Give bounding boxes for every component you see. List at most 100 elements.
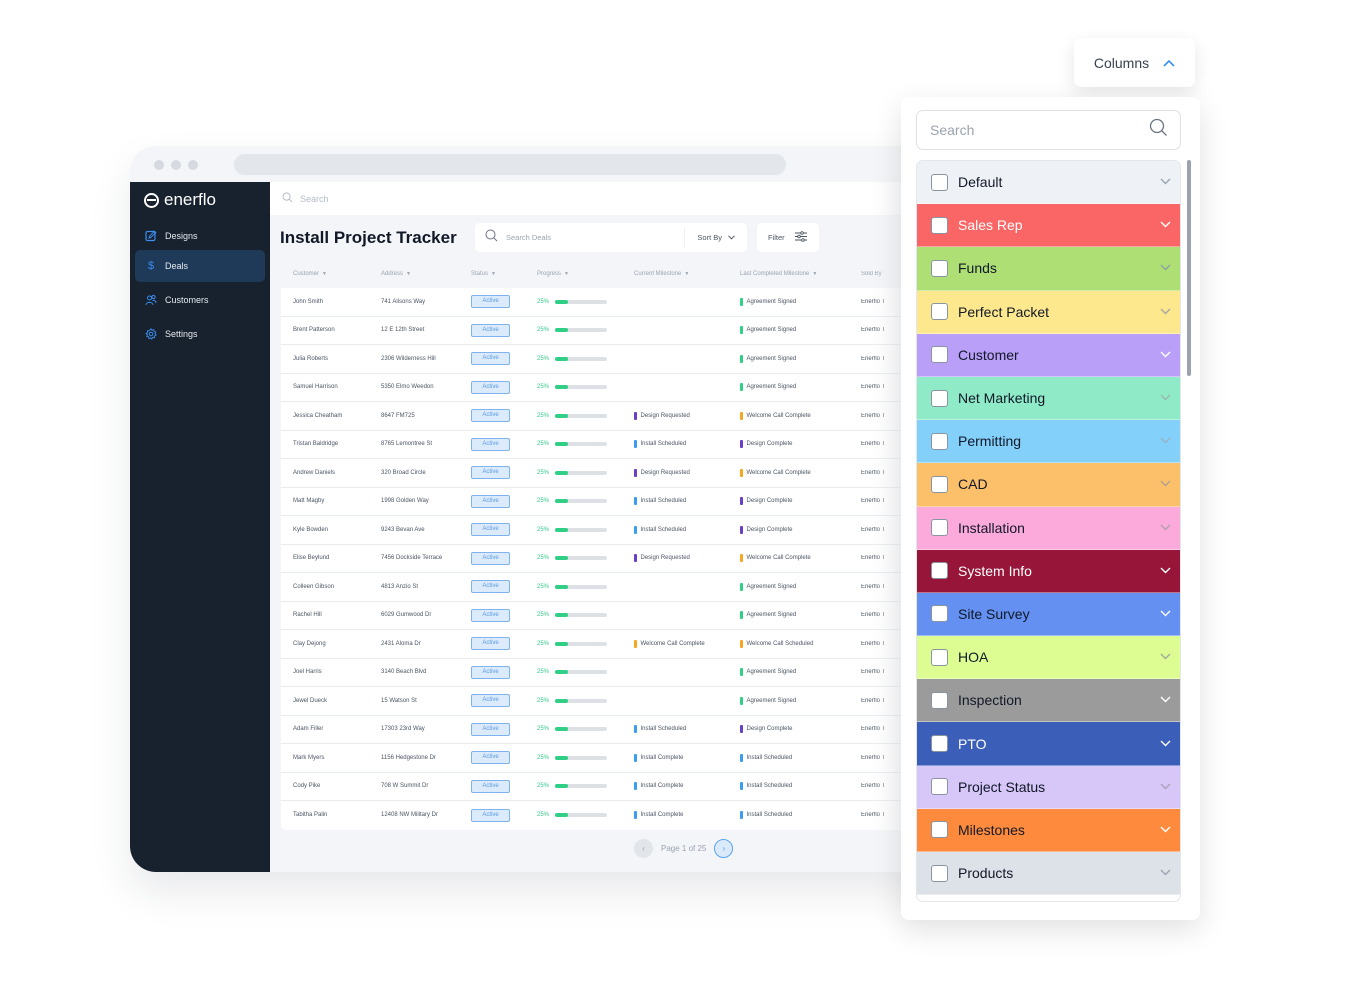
column-header-last-completed-milestone[interactable]: Last Completed Milestone ▼	[740, 271, 861, 277]
column-group-checkbox[interactable]	[931, 475, 948, 493]
table-row[interactable]: John Smith 741 Alisons Way Active 25% Ag…	[281, 288, 930, 317]
column-group-item[interactable]: System Info	[917, 549, 1180, 593]
column-group-checkbox[interactable]	[931, 389, 948, 407]
table-row[interactable]: Kyle Bowden 9243 Bevan Ave Active 25% In…	[281, 516, 930, 545]
table-row[interactable]: Samuel Harrison 5350 Elmo Weedon Active …	[281, 374, 930, 402]
column-group-checkbox[interactable]	[931, 864, 948, 882]
column-group-item[interactable]: PTO	[917, 722, 1180, 766]
column-group-item[interactable]: Sales Rep	[917, 204, 1180, 248]
customer-cell[interactable]: Samuel Harrison	[281, 384, 381, 390]
column-group-item[interactable]: Products	[917, 852, 1180, 896]
column-group-checkbox[interactable]	[931, 562, 948, 580]
chevron-down-icon[interactable]	[1150, 738, 1180, 750]
customer-cell[interactable]: Rachel Hill	[281, 612, 381, 618]
customer-cell[interactable]: Tristan Baldridge	[281, 441, 381, 447]
next-page-button[interactable]: ›	[714, 839, 734, 858]
column-group-item[interactable]: Milestones	[917, 808, 1180, 852]
chevron-down-icon[interactable]	[1150, 219, 1180, 231]
column-group-checkbox[interactable]	[931, 778, 948, 796]
table-row[interactable]: Clay Dejong 2431 Aloma Dr Active 25% Wel…	[281, 630, 930, 659]
column-group-checkbox[interactable]	[931, 821, 948, 839]
sidebar-item-settings[interactable]: Settings	[135, 318, 265, 350]
table-row[interactable]: Joel Harris 3140 Beach Blvd Active 25% A…	[281, 659, 930, 687]
column-group-checkbox[interactable]	[931, 648, 948, 666]
table-row[interactable]: Cody Pike 708 W Summit Dr Active 25% Ins…	[281, 773, 930, 801]
table-row[interactable]: Andrew Daniels 320 Broad Circle Active 2…	[281, 459, 930, 488]
chevron-down-icon[interactable]	[1150, 306, 1180, 318]
chevron-down-icon[interactable]	[1150, 522, 1180, 534]
column-header-customer[interactable]: Customer ▼	[281, 271, 381, 277]
column-group-item[interactable]: Site Survey	[917, 592, 1180, 637]
chevron-down-icon[interactable]	[1150, 262, 1180, 274]
global-search-input[interactable]: Search	[300, 194, 329, 204]
column-group-item[interactable]: Perfect Packet	[917, 290, 1180, 334]
sidebar-item-deals[interactable]: $ Deals	[135, 250, 265, 282]
sidebar-item-designs[interactable]: Designs	[135, 220, 265, 252]
customer-cell[interactable]: Mark Myers	[281, 755, 381, 761]
scrollbar[interactable]	[1187, 160, 1191, 376]
column-group-checkbox[interactable]	[931, 216, 948, 234]
deal-search-bar[interactable]: Search Deals Sort By	[475, 223, 747, 252]
column-group-item[interactable]: Permitting	[917, 420, 1180, 464]
customer-cell[interactable]: Andrew Daniels	[281, 470, 381, 476]
column-header-current-milestone[interactable]: Current Milestone ▼	[634, 271, 740, 277]
customer-cell[interactable]: Adam Filler	[281, 726, 381, 732]
column-header-status[interactable]: Status ▼	[471, 271, 537, 277]
table-row[interactable]: Tristan Baldridge 8765 Lemontree St Acti…	[281, 431, 930, 459]
customer-cell[interactable]: John Smith	[281, 299, 381, 305]
customer-cell[interactable]: Tabitha Palin	[281, 812, 381, 818]
column-group-checkbox[interactable]	[931, 519, 948, 537]
chevron-down-icon[interactable]	[1150, 608, 1180, 620]
column-group-checkbox[interactable]	[931, 605, 948, 623]
columns-search[interactable]: Search	[916, 110, 1181, 150]
chevron-down-icon[interactable]	[1150, 694, 1180, 706]
chevron-down-icon[interactable]	[1150, 565, 1180, 577]
table-row[interactable]: Brent Patterson 12 E 12th Street Active …	[281, 317, 930, 345]
chevron-down-icon[interactable]	[1150, 349, 1180, 361]
customer-cell[interactable]: Elise Beylund	[281, 555, 381, 561]
sort-by-dropdown[interactable]: Sort By	[684, 227, 747, 248]
column-header-progress[interactable]: Progress ▼	[537, 271, 634, 277]
column-group-item[interactable]: Customer	[917, 333, 1180, 377]
column-group-checkbox[interactable]	[931, 735, 948, 753]
table-row[interactable]: Mark Myers 1156 Hedgestone Dr Active 25%…	[281, 744, 930, 773]
column-group-checkbox[interactable]	[931, 173, 948, 191]
column-group-checkbox[interactable]	[931, 691, 948, 709]
column-group-item[interactable]: Installation	[917, 506, 1180, 550]
chevron-down-icon[interactable]	[1150, 651, 1180, 663]
logo[interactable]: enerflo	[144, 190, 216, 210]
customer-cell[interactable]: Julia Roberts	[281, 356, 381, 362]
customer-cell[interactable]: Cody Pike	[281, 783, 381, 789]
column-group-item[interactable]: Net Marketing	[917, 376, 1180, 421]
chevron-down-icon[interactable]	[1150, 478, 1180, 490]
chevron-down-icon[interactable]	[1150, 176, 1180, 188]
global-search[interactable]: Search	[270, 182, 930, 215]
table-row[interactable]: Julia Roberts 2306 Wilderness Hill Activ…	[281, 345, 930, 374]
table-row[interactable]: Colleen Gibson 4813 Anzio St Active 25% …	[281, 573, 930, 602]
column-group-item[interactable]: CAD	[917, 463, 1180, 507]
chevron-down-icon[interactable]	[1150, 824, 1180, 836]
chevron-down-icon[interactable]	[1150, 392, 1180, 404]
column-group-checkbox[interactable]	[931, 259, 948, 277]
search-deals-input[interactable]: Search Deals	[506, 233, 684, 242]
customer-cell[interactable]: Clay Dejong	[281, 641, 381, 647]
column-group-checkbox[interactable]	[931, 346, 948, 364]
column-group-checkbox[interactable]	[931, 303, 948, 321]
customer-cell[interactable]: Jessica Cheatham	[281, 413, 381, 419]
customer-cell[interactable]: Brent Patterson	[281, 327, 381, 333]
customer-cell[interactable]: Colleen Gibson	[281, 584, 381, 590]
column-group-checkbox[interactable]	[931, 432, 948, 450]
table-row[interactable]: Elise Beylund 7456 Dockside Terrace Acti…	[281, 545, 930, 573]
column-header-address[interactable]: Address ▼	[381, 271, 471, 277]
chevron-down-icon[interactable]	[1150, 435, 1180, 447]
table-row[interactable]: Rachel Hill 6029 Gumwood Dr Active 25% A…	[281, 602, 930, 630]
table-row[interactable]: Matt Magby 1998 Golden Way Active 25% In…	[281, 488, 930, 516]
column-group-item[interactable]: Funds	[917, 247, 1180, 291]
columns-button[interactable]: Columns	[1074, 38, 1195, 87]
column-group-item[interactable]: HOA	[917, 636, 1180, 680]
table-row[interactable]: Tabitha Palin 12408 NW Military Dr Activ…	[281, 801, 930, 830]
customer-cell[interactable]: Jewel Dueck	[281, 698, 381, 704]
customer-cell[interactable]: Kyle Bowden	[281, 527, 381, 533]
customer-cell[interactable]: Joel Harris	[281, 669, 381, 675]
sidebar-item-customers[interactable]: Customers	[135, 284, 265, 316]
